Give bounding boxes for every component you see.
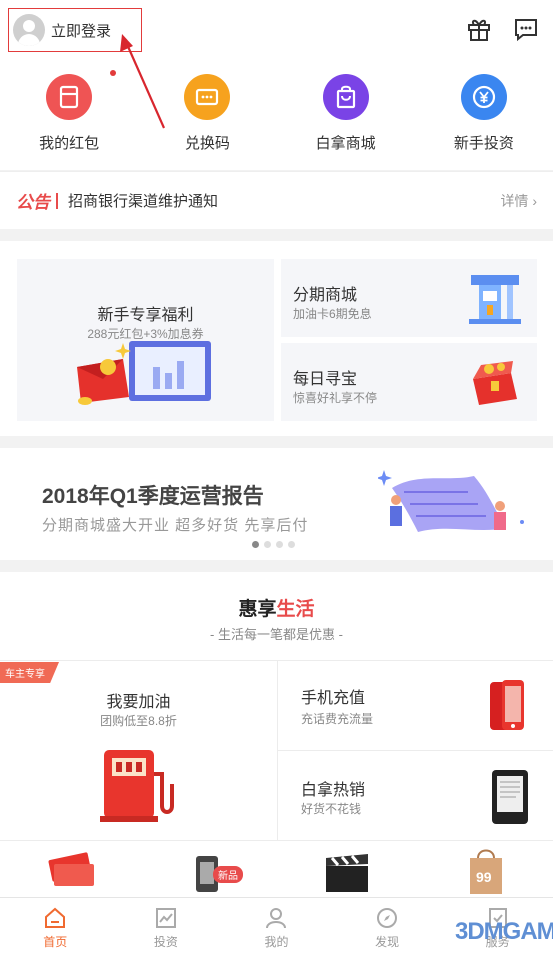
refuel-subtitle: 团购低至8.8折 [100,714,177,728]
pagination-dot[interactable] [276,541,283,548]
svg-text:99: 99 [476,869,492,885]
clapperboard-icon[interactable] [324,852,370,892]
quick-item-mall[interactable]: 白拿商城 [277,60,415,170]
shopping-bag-icon [322,74,369,120]
gift-bag-icon[interactable]: 99 [466,846,506,894]
quick-item-label: 新手投资 [453,135,514,152]
pagination-dot[interactable] [264,541,271,548]
quick-item-invest[interactable]: 新手投资 [415,60,553,170]
quick-item-label: 兑换码 [184,135,230,152]
quick-item-label: 白拿商城 [315,135,376,152]
report-banner[interactable]: 2018年Q1季度运营报告 分期商城盛大开业 超多好货 先享后付 [0,448,553,560]
banner-pagination [252,541,295,548]
quick-actions: 我的红包 兑换码 白拿商城 新手投资 [0,60,553,170]
annotation-arrow [120,34,166,129]
installment-mall-card[interactable]: 分期商城 加油卡6期免息 [281,259,537,337]
life-title-highlight: 生活 [276,599,315,620]
notice-bar[interactable]: 公告 招商银行渠道维护通知 详情 › [0,171,553,229]
home-icon [45,907,66,928]
red-packet-illustration-icon [77,341,211,405]
gas-station-icon [469,275,521,324]
daily-treasure-card[interactable]: 每日寻宝 惊喜好礼享不停 [281,343,537,421]
notice-divider [56,192,58,209]
notice-tag: 公告 [16,193,50,212]
e-reader-icon [492,770,528,824]
top-bar: 立即登录 [0,0,553,60]
refuel-title: 我要加油 [106,694,171,711]
daily-treasure-subtitle: 惊喜好礼享不停 [293,391,378,405]
more-products-row: 99 [0,844,553,897]
user-icon [266,908,287,929]
tab-label: 我的 [264,935,289,949]
hot-items-title: 白拿热销 [301,782,366,799]
banner-illustration-icon [378,470,524,532]
newbie-welfare-title: 新手专享福利 [97,307,194,324]
tab-home[interactable]: 首页 [0,898,111,955]
avatar [13,14,45,46]
phone-recharge-title: 手机充值 [301,690,366,707]
pagination-dot[interactable] [252,541,259,548]
message-icon[interactable] [513,16,539,42]
fuel-pump-icon [100,750,174,822]
smartphone-icon [490,680,524,730]
banner-subtitle: 分期商城盛大开业 超多好货 先享后付 [42,517,309,534]
divider [277,750,553,751]
tab-label: 发现 [375,935,400,949]
tab-label: 首页 [43,935,68,949]
ticket-icon[interactable] [46,850,94,890]
newbie-welfare-card[interactable]: 新手专享福利 288元红包+3%加息券 [17,259,274,421]
notice-detail-link[interactable]: 详情 › [500,191,537,211]
promo-section: 新手专享福利 288元红包+3%加息券 分期商城 加油卡6期免息 每日寻宝 惊喜… [0,241,553,436]
new-product-badge: 新品 [213,866,243,883]
red-packet-icon [46,74,93,120]
life-section: 惠享生活 - 生活每一笔都是优惠 - 车主专享 我要加油 团购低至8.8折 手机… [0,572,553,897]
discover-icon [377,908,398,928]
life-subtitle: - 生活每一笔都是优惠 - [210,627,343,642]
installment-mall-title: 分期商城 [293,287,358,304]
redeem-code-icon [184,74,231,120]
treasure-chest-icon [473,361,517,405]
tab-label: 投资 [153,935,178,949]
tab-mine[interactable]: 我的 [221,898,332,955]
tab-discover[interactable]: 发现 [332,898,443,955]
life-title-main: 惠享 [238,599,277,620]
car-owner-badge: 车主专享 [0,662,59,683]
quick-item-label: 我的红包 [39,135,100,152]
divider [0,840,553,841]
life-title: 惠享生活 [0,594,553,621]
notice-text: 招商银行渠道维护通知 [68,193,219,210]
banner-title: 2018年Q1季度运营报告 [42,485,264,508]
tab-invest[interactable]: 投资 [111,898,222,955]
gift-icon[interactable] [466,16,492,42]
annotation-dot [110,70,116,76]
phone-recharge-subtitle: 充话费充流量 [301,712,374,726]
yuan-coin-icon [460,74,507,120]
installment-mall-subtitle: 加油卡6期免息 [293,307,372,321]
pagination-dot[interactable] [288,541,295,548]
daily-treasure-title: 每日寻宝 [293,371,358,388]
chart-icon [155,908,176,928]
watermark-logo: 3DMGAME [455,918,553,945]
hot-items-subtitle: 好货不花钱 [301,802,362,816]
